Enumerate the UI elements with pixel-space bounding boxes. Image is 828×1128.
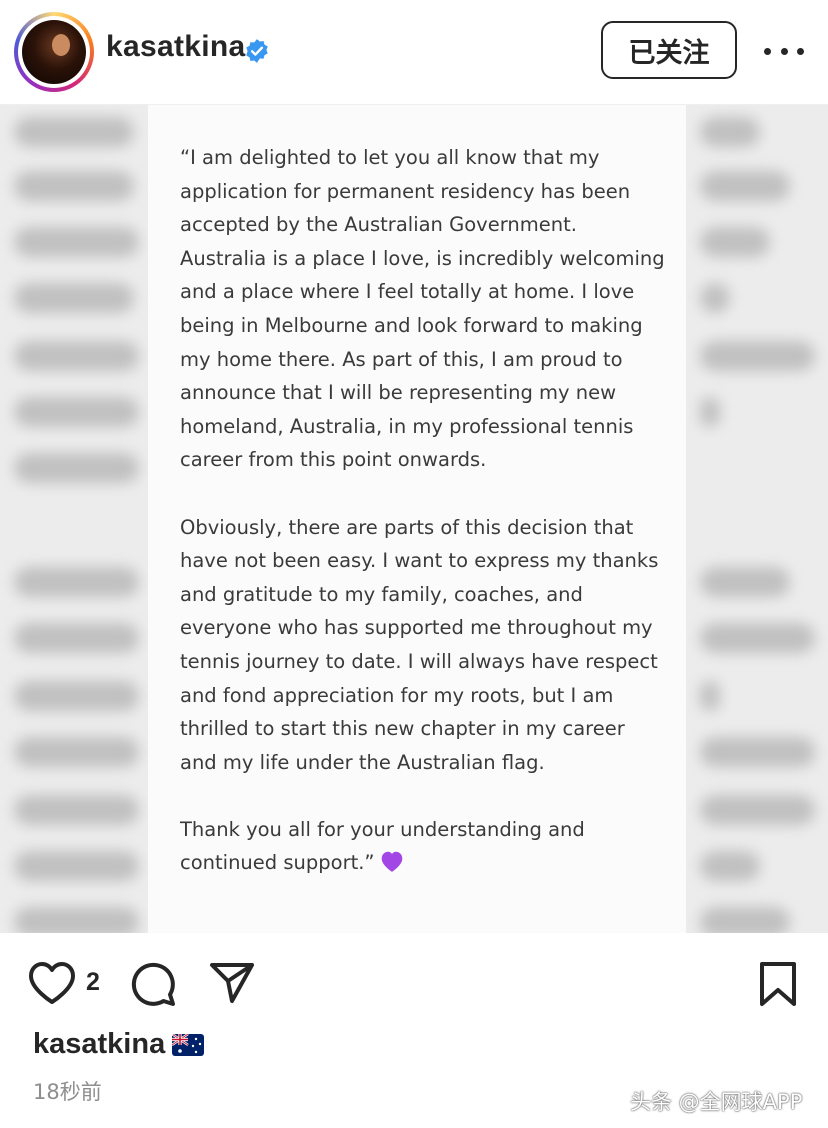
caption-username[interactable]: kasatkina bbox=[33, 1028, 165, 1061]
post-image[interactable]: “I am delighted to let you all know that… bbox=[0, 105, 828, 933]
announcement-paragraph-2: Obviously, there are parts of this decis… bbox=[180, 515, 659, 774]
australia-flag-icon bbox=[172, 1034, 204, 1056]
header-username[interactable]: kasatkina bbox=[106, 30, 245, 64]
purple-heart-icon bbox=[381, 852, 402, 873]
avatar[interactable] bbox=[14, 12, 94, 92]
announcement-card: “I am delighted to let you all know that… bbox=[148, 105, 686, 933]
watermark: 头条 @全网球APP bbox=[630, 1090, 803, 1114]
heart-icon[interactable] bbox=[27, 960, 77, 1006]
avatar-story-gap bbox=[18, 16, 90, 88]
post-time: 18秒前 bbox=[33, 1080, 102, 1104]
following-button[interactable]: 已关注 bbox=[601, 21, 737, 79]
announcement-text: “I am delighted to let you all know that… bbox=[180, 141, 666, 914]
announcement-paragraph-3: Thank you all for your understanding and… bbox=[180, 813, 666, 880]
announcement-paragraph-1: “I am delighted to let you all know that… bbox=[180, 146, 665, 472]
more-icon[interactable] bbox=[764, 36, 804, 66]
like-count[interactable]: 2 bbox=[86, 968, 100, 997]
comment-icon[interactable] bbox=[129, 960, 177, 1008]
post-header: kasatkina 已关注 bbox=[0, 0, 828, 105]
verified-badge-icon bbox=[246, 39, 268, 63]
avatar-photo bbox=[22, 20, 86, 84]
post-actions: 2 bbox=[0, 935, 828, 1030]
share-icon[interactable] bbox=[208, 961, 256, 1005]
bookmark-icon[interactable] bbox=[758, 960, 798, 1008]
